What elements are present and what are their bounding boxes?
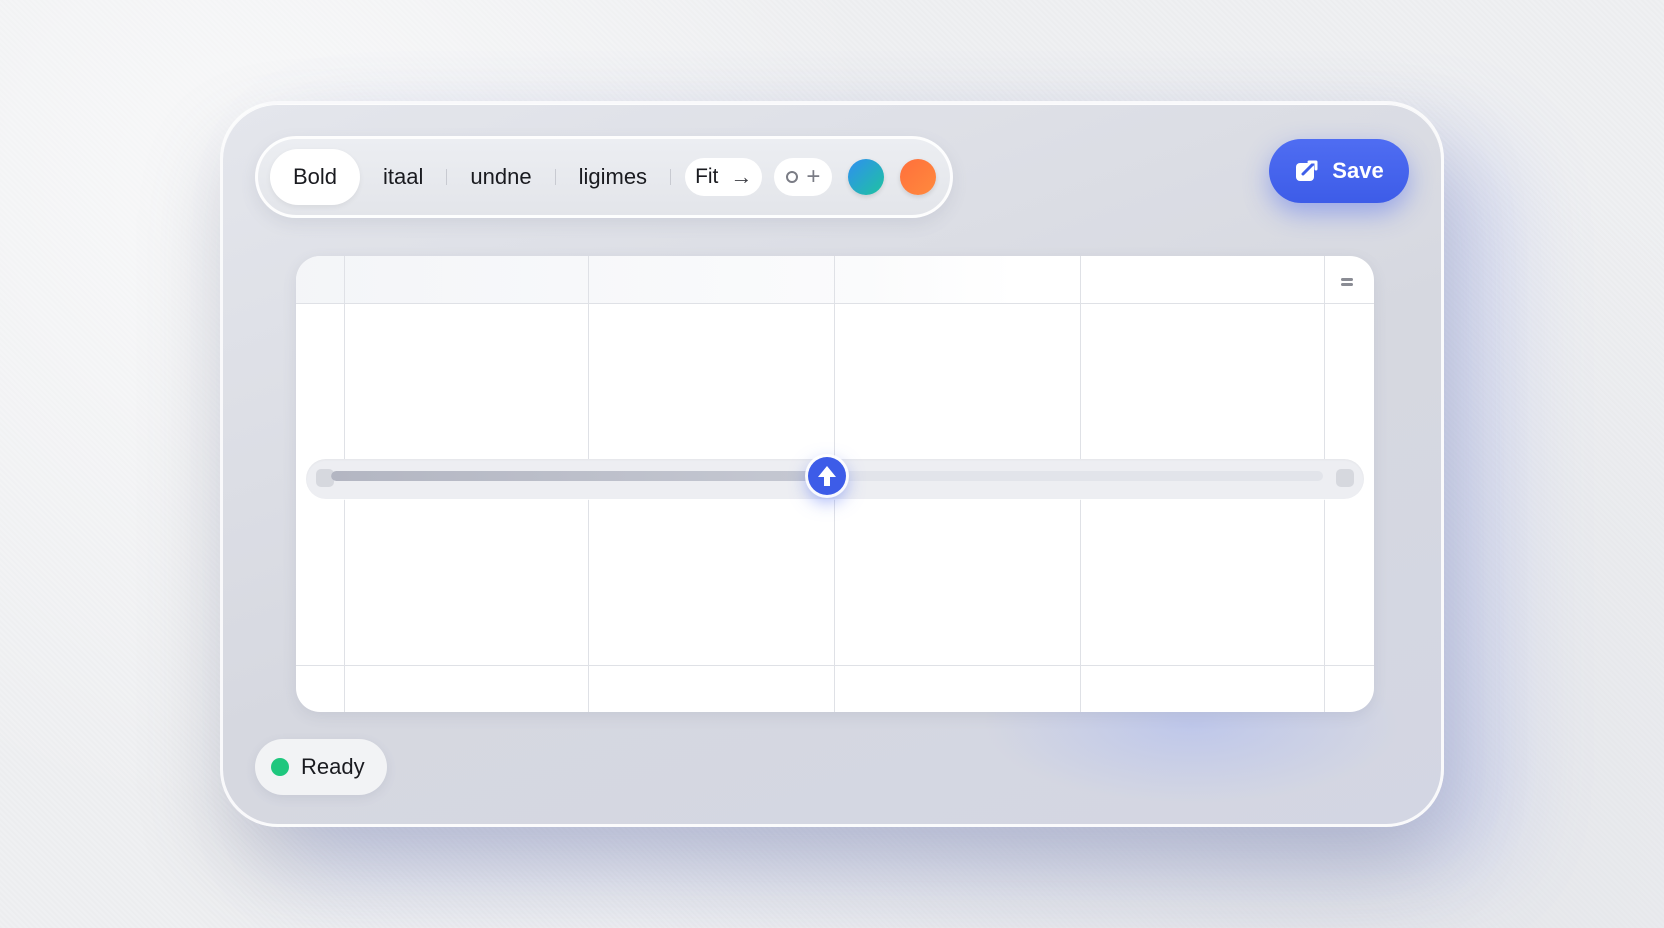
toolbar-divider [670, 169, 672, 185]
slider-thumb[interactable] [808, 457, 846, 495]
edit-icon [1296, 160, 1318, 181]
slider-fill [331, 471, 827, 481]
italic-button[interactable]: itaal [360, 149, 446, 205]
status-dot [271, 758, 289, 776]
add-option-button[interactable]: + [774, 158, 833, 196]
grid-row-divider [296, 665, 1374, 666]
save-label: Save [1332, 158, 1384, 183]
font-fit-button[interactable]: Fit → [685, 158, 763, 196]
circle-icon [786, 171, 799, 183]
font-fit-label: Fit [695, 165, 719, 188]
save-button[interactable]: Save [1269, 139, 1409, 203]
grid-canvas[interactable] [296, 256, 1374, 712]
formatting-toolbar: Bold itaal undne ligimes Fit → + [255, 136, 953, 218]
ligatures-button[interactable]: ligimes [556, 149, 670, 205]
slider-end-cap [1336, 469, 1354, 487]
bold-button[interactable]: Bold [270, 149, 361, 205]
status-badge: Ready [255, 739, 387, 795]
color-swatch-blue[interactable] [848, 159, 885, 195]
editor-window: Bold itaal undne ligimes Fit → + Save Re… [220, 101, 1444, 827]
plus-icon: + [806, 163, 821, 190]
arrow-up-icon [818, 466, 836, 486]
arrow-right-icon: → [730, 164, 753, 189]
underline-button[interactable]: undne [447, 149, 554, 205]
grid-header-row [296, 256, 1016, 304]
color-swatch-orange[interactable] [900, 159, 937, 195]
drag-handle-icon[interactable] [1341, 276, 1353, 290]
status-label: Ready [301, 754, 365, 779]
grid-row-divider [296, 303, 1374, 304]
